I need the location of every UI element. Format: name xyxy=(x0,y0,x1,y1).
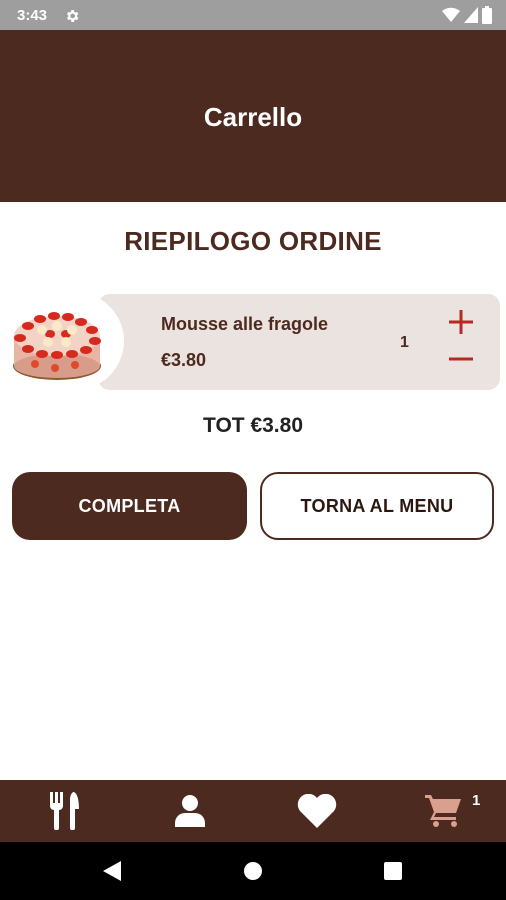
back-to-menu-label: TORNA AL MENU xyxy=(300,495,454,516)
cart-item-quantity: 1 xyxy=(400,334,409,351)
bottom-nav xyxy=(0,780,506,842)
settings-icon xyxy=(66,10,79,22)
cart-icon xyxy=(425,795,461,827)
system-nav-bar xyxy=(0,842,506,900)
nav-menu[interactable] xyxy=(24,780,104,842)
nav-favorites[interactable] xyxy=(277,780,357,842)
cart-item-card xyxy=(98,294,500,390)
cart-item-name: Mousse alle fragole xyxy=(161,314,329,334)
cart-item-image-frame xyxy=(8,292,124,390)
increase-quantity-button[interactable] xyxy=(448,309,474,335)
utensils-icon xyxy=(50,792,79,830)
nav-cart[interactable] xyxy=(403,780,483,842)
complete-order-button[interactable]: COMPLETA xyxy=(12,472,247,540)
cart-item: Mousse alle fragole €3.80 1 xyxy=(8,292,500,390)
back-triangle-icon xyxy=(103,861,121,881)
cart-count-badge: 1 xyxy=(472,792,481,809)
system-home-button[interactable] xyxy=(223,842,283,900)
complete-order-label: COMPLETA xyxy=(78,495,181,516)
nav-profile[interactable] xyxy=(150,780,230,842)
decrease-quantity-button[interactable] xyxy=(448,346,474,372)
battery-icon xyxy=(482,6,492,24)
system-back-button[interactable] xyxy=(82,842,142,900)
status-time: 3:43 xyxy=(17,7,48,24)
recents-square-icon xyxy=(384,862,402,880)
status-icons xyxy=(442,6,492,24)
heart-icon xyxy=(297,794,337,828)
home-circle-icon xyxy=(244,862,262,880)
wifi-icon xyxy=(442,7,460,23)
system-recents-button[interactable] xyxy=(363,842,423,900)
status-bar: 3:43 xyxy=(0,0,506,30)
cart-item-price: €3.80 xyxy=(161,350,207,370)
app-bar: Carrello xyxy=(0,30,506,202)
back-to-menu-button[interactable]: TORNA AL MENU xyxy=(260,472,494,540)
order-summary-title: RIEPILOGO ORDINE xyxy=(124,226,382,256)
order-total: TOT €3.80 xyxy=(203,414,303,437)
signal-icon xyxy=(464,7,478,23)
user-icon xyxy=(175,795,205,827)
page-title: Carrello xyxy=(203,102,303,132)
strawberry-cake-image xyxy=(13,312,101,380)
